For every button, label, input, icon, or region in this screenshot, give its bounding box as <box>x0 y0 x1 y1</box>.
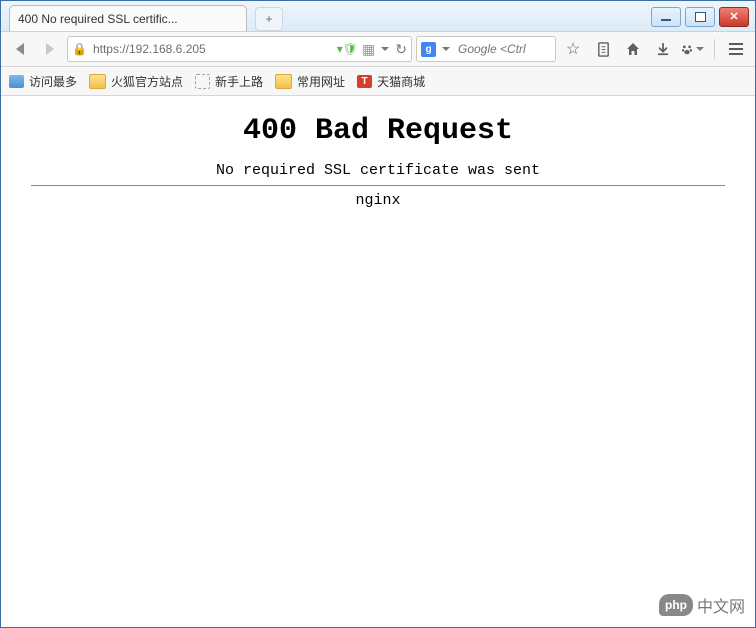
tab-title: 400 No required SSL certific... <box>18 12 238 26</box>
search-engine-icon[interactable]: g <box>421 42 436 57</box>
window-controls: ✕ <box>651 7 749 27</box>
server-label: nginx <box>11 192 745 209</box>
home-icon <box>625 41 641 57</box>
browser-tab[interactable]: 400 No required SSL certific... <box>9 5 247 31</box>
error-subtitle: No required SSL certificate was sent <box>11 162 745 179</box>
history-dropdown-icon[interactable] <box>381 47 389 51</box>
close-icon: ✕ <box>729 12 738 23</box>
placeholder-icon <box>195 74 210 89</box>
bookmark-blue-icon <box>9 75 24 88</box>
watermark: php 中文网 <box>659 593 745 617</box>
error-page: 400 Bad Request No required SSL certific… <box>1 96 755 239</box>
addon-dropdown-icon[interactable] <box>696 47 704 51</box>
matrix-icon[interactable]: ▦ <box>362 41 375 58</box>
arrow-right-icon <box>46 43 54 55</box>
watermark-text: 中文网 <box>697 593 745 617</box>
url-input[interactable] <box>91 41 333 57</box>
bookmark-tmall[interactable]: T 天猫商城 <box>357 73 425 90</box>
bookmark-label: 天猫商城 <box>377 73 425 90</box>
search-engine-dropdown-icon[interactable] <box>442 47 450 51</box>
bookmark-label: 新手上路 <box>215 73 263 90</box>
search-bar[interactable]: g <box>416 36 556 62</box>
browser-window: 400 No required SSL certific... + ✕ 🔒 ▾🛡… <box>0 0 756 628</box>
title-bar: 400 No required SSL certific... + ✕ <box>1 1 755 31</box>
bookmark-label: 访问最多 <box>29 73 77 90</box>
paw-icon <box>680 42 694 57</box>
bookmark-most-visited[interactable]: 访问最多 <box>9 73 77 90</box>
hamburger-icon <box>729 43 743 55</box>
bookmark-label: 常用网址 <box>297 73 345 90</box>
arrow-left-icon <box>16 43 24 55</box>
bookmark-label: 火狐官方站点 <box>111 73 183 90</box>
viewport[interactable]: 400 Bad Request No required SSL certific… <box>1 96 755 627</box>
back-button[interactable] <box>7 36 33 62</box>
bookmark-star-button[interactable]: ☆ <box>560 36 586 62</box>
maximize-icon <box>695 12 706 22</box>
forward-button[interactable] <box>37 36 63 62</box>
divider <box>31 185 725 186</box>
folder-icon <box>89 74 106 89</box>
minimize-button[interactable] <box>651 7 681 27</box>
nav-toolbar: 🔒 ▾🛡 ▦ ↻ g ☆ <box>1 31 755 67</box>
search-input[interactable] <box>456 41 551 57</box>
reading-list-button[interactable] <box>590 36 616 62</box>
error-heading: 400 Bad Request <box>11 114 745 148</box>
clipboard-icon <box>596 42 611 57</box>
lock-icon: 🔒 <box>72 42 87 56</box>
download-icon <box>656 42 670 56</box>
minimize-icon <box>661 19 671 21</box>
reload-button[interactable]: ↻ <box>395 41 407 58</box>
bookmarks-bar: 访问最多 火狐官方站点 新手上路 常用网址 T 天猫商城 <box>1 67 755 96</box>
downloads-button[interactable] <box>650 36 676 62</box>
addon-button[interactable] <box>680 36 706 62</box>
tmall-icon: T <box>357 75 372 88</box>
watermark-badge: php <box>659 594 693 616</box>
home-button[interactable] <box>620 36 646 62</box>
bookmark-common-sites[interactable]: 常用网址 <box>275 73 345 90</box>
close-button[interactable]: ✕ <box>719 7 749 27</box>
bookmark-getting-started[interactable]: 新手上路 <box>195 73 263 90</box>
maximize-button[interactable] <box>685 7 715 27</box>
new-tab-button[interactable]: + <box>255 7 283 31</box>
bookmark-firefox-official[interactable]: 火狐官方站点 <box>89 73 183 90</box>
folder-icon <box>275 74 292 89</box>
menu-button[interactable] <box>723 36 749 62</box>
toolbar-separator <box>714 39 715 59</box>
address-bar[interactable]: 🔒 ▾🛡 ▦ ↻ <box>67 36 412 62</box>
shield-icon[interactable]: ▾🛡 <box>337 42 358 56</box>
